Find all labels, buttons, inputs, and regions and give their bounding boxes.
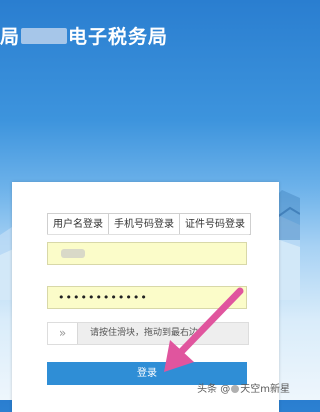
password-input[interactable]: [47, 286, 247, 309]
redacted-region: [21, 28, 68, 44]
tabs-underline: [47, 234, 249, 235]
tab-username-login[interactable]: 用户名登录: [47, 213, 108, 235]
page-title: 局 电子税务局: [0, 22, 168, 49]
tab-phone-login[interactable]: 手机号码登录: [108, 213, 179, 235]
title-suffix: 电子税务局: [68, 26, 169, 48]
login-tabs: 用户名登录 手机号码登录 证件号码登录: [47, 213, 251, 235]
slider-captcha[interactable]: » 请按住滑块，拖动到最右边: [47, 322, 249, 345]
watermark: 头条 @ 天空m新星: [197, 384, 290, 395]
login-panel: 用户名登录 手机号码登录 证件号码登录 » 请按住滑块，拖动到最右边 登录: [12, 182, 279, 412]
tab-id-login[interactable]: 证件号码登录: [179, 213, 251, 235]
title-prefix: 局: [0, 26, 21, 48]
watermark-avatar-icon: [231, 385, 240, 393]
slider-instruction: 请按住滑块，拖动到最右边: [90, 328, 199, 338]
username-redacted: [61, 249, 85, 258]
double-chevron-right-icon[interactable]: »: [48, 323, 78, 344]
